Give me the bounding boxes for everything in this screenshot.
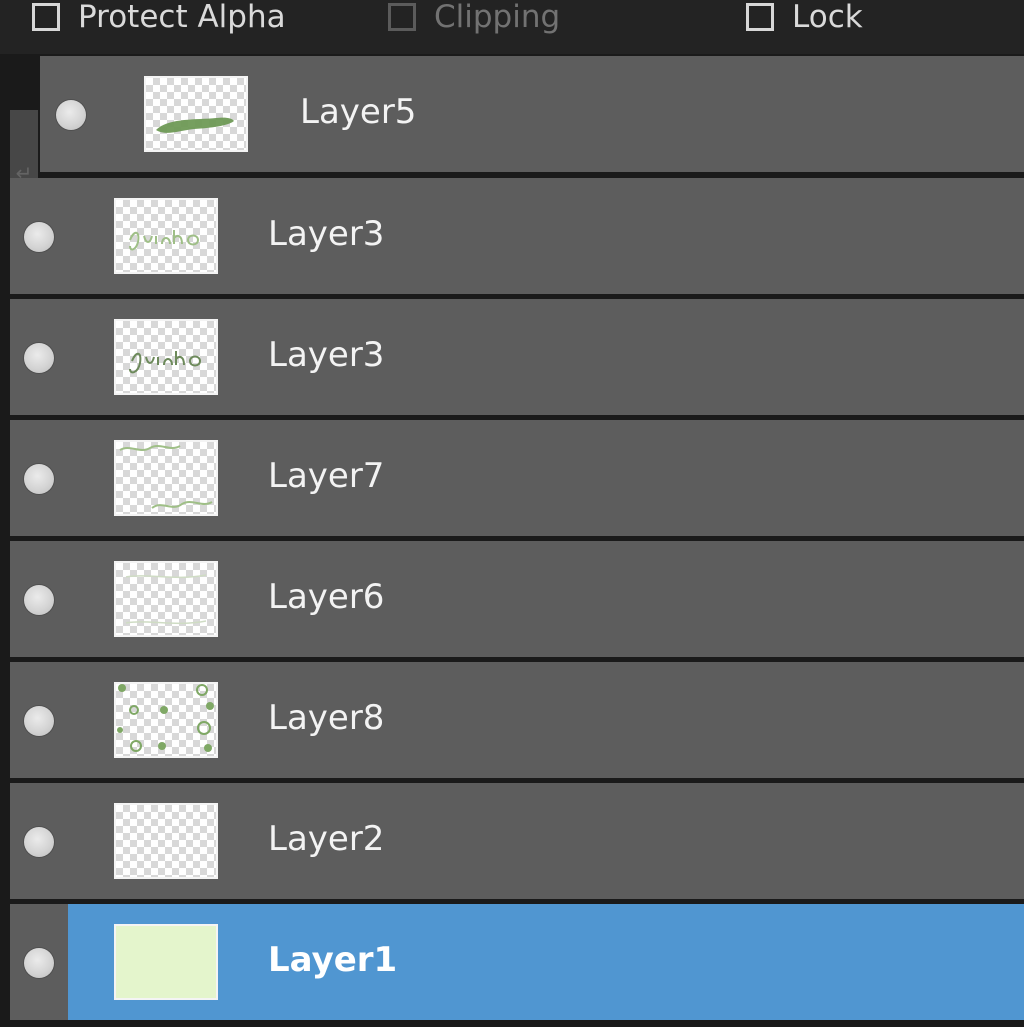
visibility-toggle-icon[interactable] <box>24 827 54 857</box>
layer-thumbnail <box>114 803 218 879</box>
protect-alpha-option[interactable]: Protect Alpha <box>32 0 286 34</box>
layer-name: Layer2 <box>268 819 385 859</box>
layer-row[interactable]: Layer6 <box>10 541 1024 657</box>
layer-row-selected[interactable]: Layer1 <box>10 904 1024 1020</box>
faint-lines-icon <box>125 574 207 625</box>
layer-name: Layer1 <box>268 940 398 980</box>
layer-row[interactable]: Layer8 <box>10 662 1024 778</box>
handwriting-icon <box>129 230 200 251</box>
layer-thumbnail <box>114 561 218 637</box>
layer-thumbnail <box>114 924 218 1000</box>
layer-name: Layer6 <box>268 577 385 617</box>
layer-thumbnail <box>114 440 218 516</box>
layers-panel: Protect Alpha Clipping Lock ↵ Layer5 Lay… <box>0 0 1024 1027</box>
layer-name: Layer3 <box>268 214 385 254</box>
layer-row[interactable]: Layer5 <box>40 56 1024 172</box>
visibility-toggle-icon[interactable] <box>24 948 54 978</box>
layer-thumbnail <box>114 319 218 395</box>
clipping-option[interactable]: Clipping <box>388 0 560 34</box>
visibility-toggle-icon[interactable] <box>56 100 86 130</box>
layer-row[interactable]: Layer7 <box>10 420 1024 536</box>
layer-options-bar: Protect Alpha Clipping Lock <box>0 0 1024 54</box>
lock-checkbox[interactable] <box>746 3 774 31</box>
handwriting-icon <box>129 351 202 374</box>
protect-alpha-checkbox[interactable] <box>32 3 60 31</box>
layer-name: Layer5 <box>300 92 417 132</box>
green-dots-icon <box>117 684 214 752</box>
layer-thumbnail <box>114 682 218 758</box>
layer-thumbnail <box>114 198 218 274</box>
layer-row[interactable]: Layer3 <box>10 299 1024 415</box>
wavy-lines-icon <box>119 445 213 509</box>
lock-label: Lock <box>792 0 863 35</box>
brush-stroke-icon <box>156 117 234 133</box>
layer-thumbnail <box>144 76 248 152</box>
visibility-toggle-icon[interactable] <box>24 585 54 615</box>
lock-option[interactable]: Lock <box>746 0 863 34</box>
visibility-toggle-icon[interactable] <box>24 706 54 736</box>
layer-row[interactable]: Layer2 <box>10 783 1024 899</box>
layer-row[interactable]: Layer3 <box>10 178 1024 294</box>
visibility-toggle-icon[interactable] <box>24 222 54 252</box>
clipping-checkbox[interactable] <box>388 3 416 31</box>
layer-name: Layer3 <box>268 335 385 375</box>
clipping-label: Clipping <box>434 0 561 35</box>
layer-list: ↵ Layer5 Layer3 Layer3 Layer7 Layer6 Lay… <box>0 54 1024 1027</box>
visibility-toggle-icon[interactable] <box>24 343 54 373</box>
layer-name: Layer7 <box>268 456 385 496</box>
protect-alpha-label: Protect Alpha <box>78 0 286 35</box>
visibility-toggle-icon[interactable] <box>24 464 54 494</box>
layer-name: Layer8 <box>268 698 385 738</box>
